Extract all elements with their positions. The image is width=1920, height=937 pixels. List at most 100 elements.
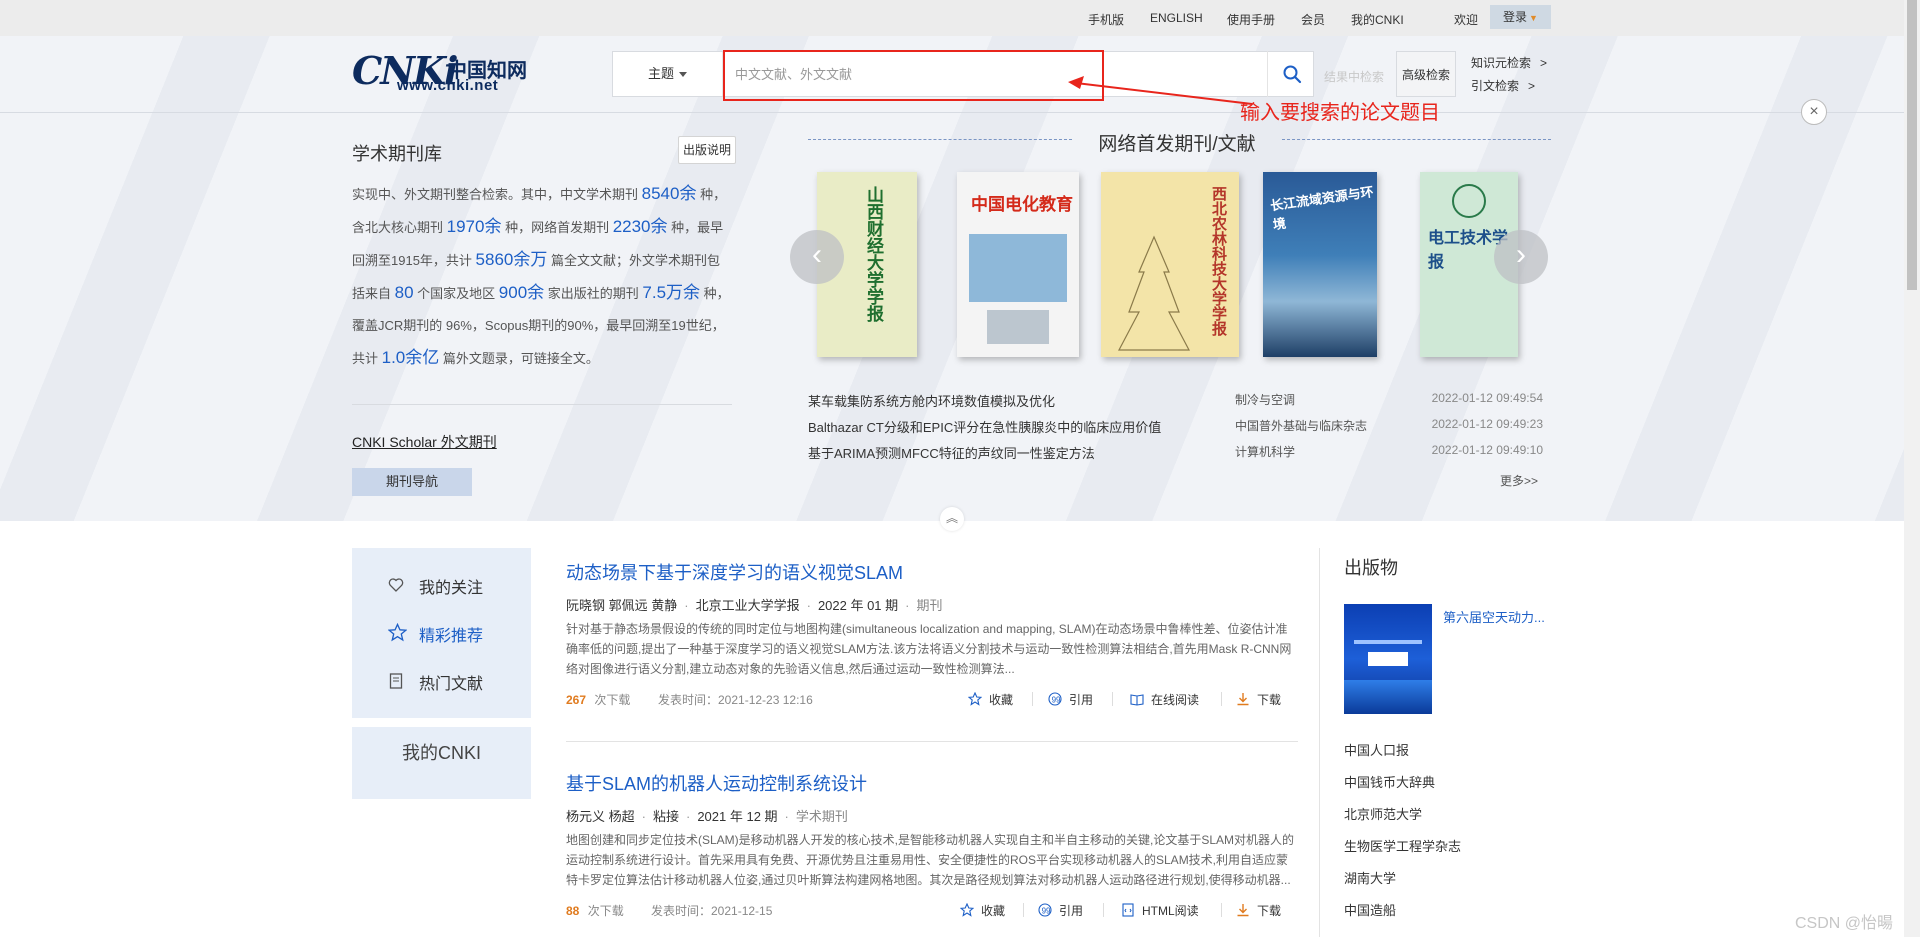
publication-cover[interactable] bbox=[1344, 604, 1432, 714]
cite-button[interactable]: 99 引用 bbox=[1038, 902, 1083, 919]
journal-db-title: 学术期刊库 bbox=[352, 144, 442, 164]
cnki-logo[interactable]: CNKi 中国知网 www.cnki.net bbox=[352, 48, 537, 94]
action-label: 引用 bbox=[1059, 904, 1084, 918]
article-issue: 2021 年 12 期 bbox=[697, 809, 778, 824]
star-outline-icon bbox=[960, 903, 974, 917]
carousel-prev-button[interactable]: ‹ bbox=[790, 230, 844, 284]
action-label: 收藏 bbox=[981, 904, 1006, 918]
divider bbox=[1319, 548, 1320, 937]
sidenav-label: 精彩推荐 bbox=[419, 628, 484, 645]
journal-cover-2[interactable]: 中国电化教育 bbox=[957, 172, 1079, 357]
publication-note-button[interactable]: 出版说明 bbox=[678, 136, 736, 164]
article-type: 期刊 bbox=[916, 598, 943, 613]
article-meta: 杨元义 杨超 · 粘接 · 2021 年 12 期 · 学术期刊 bbox=[566, 809, 848, 824]
news-title[interactable]: Balthazar CT分级和EPIC评分在急性胰腺炎中的临床应用价值 bbox=[808, 417, 1161, 436]
favorite-button[interactable]: 收藏 bbox=[968, 691, 1013, 708]
article-issue: 2022 年 01 期 bbox=[817, 598, 899, 613]
download-button[interactable]: 下载 bbox=[1236, 691, 1281, 708]
search-button[interactable] bbox=[1267, 51, 1315, 97]
article-source[interactable]: 北京工业大学学报 bbox=[696, 598, 800, 613]
intro-text: 个国家及地区 bbox=[413, 286, 499, 301]
annotation-text: 输入要搜索的论文题目 bbox=[1240, 102, 1440, 124]
login-button[interactable]: 登录 ▼ bbox=[1490, 5, 1551, 29]
article-abstract: 地图创建和同步定位技术(SLAM)是移动机器人开发的核心技术,是智能移动机器人实… bbox=[566, 833, 1295, 887]
article-authors[interactable]: 杨元义 杨超 bbox=[566, 809, 635, 824]
member-link[interactable]: 会员 bbox=[1301, 11, 1325, 28]
welcome-text: 欢迎 bbox=[1454, 13, 1479, 27]
cite-button[interactable]: 99 引用 bbox=[1048, 691, 1093, 708]
intro-text: 实现中、外文期刊整合检索。其中，中文学术期刊 bbox=[352, 187, 642, 202]
close-icon[interactable]: × bbox=[1801, 99, 1827, 125]
sidenav-item-hot[interactable]: 热门文献 bbox=[352, 661, 531, 701]
mobile-link[interactable]: 手机版 bbox=[1088, 11, 1124, 28]
top-bar: 手机版 ENGLISH 使用手册 会员 我的CNKI 欢迎 登录 ▼ bbox=[0, 0, 1904, 36]
citation-search-link[interactable]: 引文检索 > bbox=[1471, 77, 1535, 94]
cover-illustration bbox=[1118, 235, 1190, 351]
action-label: 下载 bbox=[1257, 693, 1282, 707]
publication-item[interactable]: 中国造船 bbox=[1344, 900, 1396, 919]
cover-title: 山西财经大学学报 bbox=[863, 186, 883, 322]
collapse-up-icon[interactable]: ︽ bbox=[940, 507, 964, 531]
more-link[interactable]: 更多>> bbox=[1500, 472, 1538, 489]
document-icon bbox=[389, 673, 403, 689]
article-card: 动态场景下基于深度学习的语义视觉SLAM 阮晓钢 郭佩远 黄静 · 北京工业大学学报… bbox=[566, 559, 1298, 739]
publication-item[interactable]: 生物医学工程学杂志 bbox=[1344, 836, 1461, 855]
article-footer: 88 次下载 发表时间：2021-12-15 收藏 99 引用 HTML阅读 下载 bbox=[566, 902, 1298, 918]
watermark: CSDN @怡暘 bbox=[1795, 915, 1894, 932]
news-item[interactable]: 某车载集防系统方舱内环境数值模拟及优化 制冷与空调 2022-01-12 09:… bbox=[808, 391, 1543, 411]
stat-number: 2230余 bbox=[612, 217, 668, 236]
publication-featured-title[interactable]: 第六届空天动力... bbox=[1443, 607, 1545, 626]
svg-text:99: 99 bbox=[1052, 696, 1061, 705]
search-scope-select[interactable]: 主题 bbox=[613, 52, 723, 96]
article-authors[interactable]: 阮晓钢 郭佩远 黄静 bbox=[566, 598, 677, 613]
first-release-title: 网络首发期刊/文献 bbox=[1098, 134, 1256, 155]
news-item[interactable]: 基于ARIMA预测MFCC特征的声纹同一性鉴定方法 计算机科学 2022-01-… bbox=[808, 443, 1543, 463]
news-item[interactable]: Balthazar CT分级和EPIC评分在急性胰腺炎中的临床应用价值 中国普外… bbox=[808, 417, 1543, 437]
chevron-left-icon: ‹ bbox=[812, 238, 822, 271]
divider bbox=[566, 741, 1298, 742]
news-source[interactable]: 计算机科学 bbox=[1235, 443, 1295, 460]
citation-search-label: 引文检索 bbox=[1471, 79, 1520, 93]
recommend-sidenav: 我的关注 精彩推荐 热门文献 bbox=[352, 548, 531, 718]
read-online-button[interactable]: 在线阅读 bbox=[1130, 691, 1199, 708]
article-title[interactable]: 动态场景下基于深度学习的语义视觉SLAM bbox=[566, 559, 1298, 585]
publication-item[interactable]: 北京师范大学 bbox=[1344, 804, 1422, 823]
publication-item[interactable]: 中国人口报 bbox=[1344, 740, 1409, 759]
cover-emblem bbox=[1452, 184, 1486, 218]
favorite-button[interactable]: 收藏 bbox=[960, 902, 1005, 919]
news-date: 2022-01-12 09:49:54 bbox=[1431, 391, 1543, 405]
news-title[interactable]: 某车载集防系统方舱内环境数值模拟及优化 bbox=[808, 391, 1055, 410]
chevron-right-icon: › bbox=[1516, 238, 1526, 271]
knowledge-search-link[interactable]: 知识元检索 > bbox=[1471, 54, 1547, 71]
journal-nav-button[interactable]: 期刊导航 bbox=[352, 468, 472, 496]
article-source[interactable]: 粘接 bbox=[653, 809, 679, 824]
english-link[interactable]: ENGLISH bbox=[1150, 11, 1203, 25]
sidenav-item-recommend[interactable]: 精彩推荐 bbox=[352, 613, 531, 653]
sidenav-item-following[interactable]: 我的关注 bbox=[352, 565, 531, 605]
download-button[interactable]: 下载 bbox=[1236, 902, 1281, 919]
news-source[interactable]: 中国普外基础与临床杂志 bbox=[1235, 417, 1367, 434]
article-title[interactable]: 基于SLAM的机器人运动控制系统设计 bbox=[566, 770, 1298, 796]
publication-item[interactable]: 中国钱币大辞典 bbox=[1344, 772, 1435, 791]
news-title[interactable]: 基于ARIMA预测MFCC特征的声纹同一性鉴定方法 bbox=[808, 443, 1095, 462]
my-cnki-link[interactable]: 我的CNKI bbox=[1351, 11, 1404, 28]
cnki-scholar-link[interactable]: CNKI Scholar 外文期刊 bbox=[352, 432, 497, 452]
scrollbar-thumb[interactable] bbox=[1907, 0, 1917, 290]
publication-item[interactable]: 湖南大学 bbox=[1344, 868, 1396, 887]
stat-number: 1.0余亿 bbox=[381, 348, 440, 367]
result-search-button[interactable]: 结果中检索 bbox=[1324, 68, 1384, 85]
action-label: 在线阅读 bbox=[1151, 693, 1200, 707]
action-label: 收藏 bbox=[989, 693, 1014, 707]
news-source[interactable]: 制冷与空调 bbox=[1235, 391, 1295, 408]
html-read-button[interactable]: HTML阅读 bbox=[1121, 902, 1199, 919]
my-cnki-panel[interactable]: 我的CNKI bbox=[352, 727, 531, 799]
journal-cover-3[interactable]: 西北农林科技大学学报 bbox=[1101, 172, 1239, 357]
stat-number: 80 bbox=[394, 283, 414, 302]
manual-link[interactable]: 使用手册 bbox=[1227, 11, 1275, 28]
article-abstract: 针对基于静态场景假设的传统的同时定位与地图构建(simultaneous loc… bbox=[566, 622, 1292, 676]
journal-cover-4[interactable]: 长江流域资源与环境 bbox=[1263, 172, 1377, 357]
advanced-search-button[interactable]: 高级检索 bbox=[1396, 51, 1456, 97]
stat-number: 1970余 bbox=[446, 217, 502, 236]
star-icon bbox=[388, 623, 407, 642]
carousel-next-button[interactable]: › bbox=[1494, 230, 1548, 284]
